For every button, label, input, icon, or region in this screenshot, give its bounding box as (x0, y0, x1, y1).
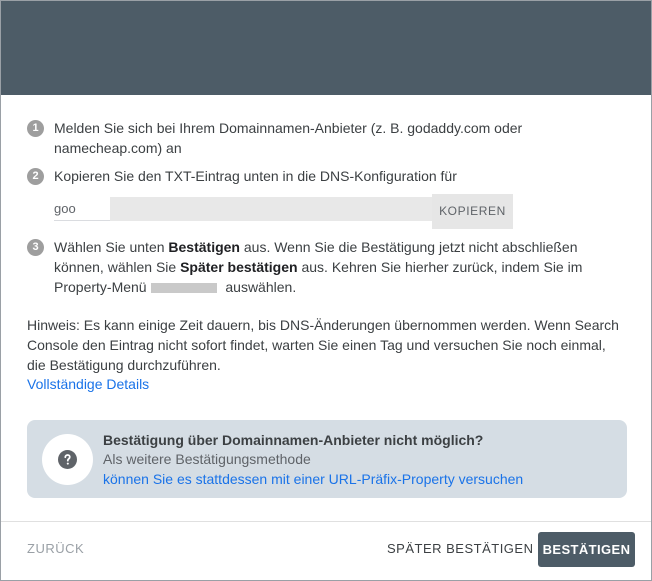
url-prefix-property-link[interactable]: können Sie es stattdessen mit einer URL-… (103, 469, 613, 489)
footer-divider (1, 521, 651, 522)
confirm-button[interactable]: BESTÄTIGEN (538, 532, 635, 567)
back-button[interactable]: ZURÜCK (27, 539, 84, 559)
verify-later-button[interactable]: SPÄTER BESTÄTIGEN (387, 539, 533, 559)
redacted-property-name (151, 283, 218, 294)
step-text: Melden Sie sich bei Ihrem Domainnamen-An… (54, 120, 523, 156)
verify-later-keyword: Später bestätigen (180, 259, 298, 275)
step-text: Wählen Sie unten Bestätigen aus. Wenn Si… (54, 239, 583, 295)
alternative-method-card: Bestätigung über Domainnamen-Anbieter ni… (27, 420, 627, 498)
txt-record-field[interactable]: goo (54, 197, 110, 221)
step-number-badge: 3 (27, 239, 44, 256)
hint-text: Hinweis: Es kann einige Zeit dauern, bis… (27, 317, 619, 373)
help-icon-container (42, 434, 93, 485)
dialog-header (1, 1, 651, 95)
card-title: Bestätigung über Domainnamen-Anbieter ni… (103, 432, 484, 448)
step-text: Kopieren Sie den TXT-Eintrag unten in di… (54, 168, 457, 184)
card-subtitle: Als weitere Bestätigungsmethode (103, 451, 311, 467)
confirm-keyword: Bestätigen (168, 239, 240, 255)
txt-record-row: goo KOPIEREN (54, 194, 513, 229)
step-number-badge: 1 (27, 120, 44, 137)
step-number-badge: 2 (27, 168, 44, 185)
full-details-link[interactable]: Vollständige Details (27, 374, 149, 394)
dialog: 1 Melden Sie sich bei Ihrem Domainnamen-… (0, 0, 652, 581)
txt-record-value-redacted (110, 197, 434, 221)
copy-button[interactable]: KOPIEREN (432, 194, 513, 229)
help-circle-icon (58, 450, 77, 469)
